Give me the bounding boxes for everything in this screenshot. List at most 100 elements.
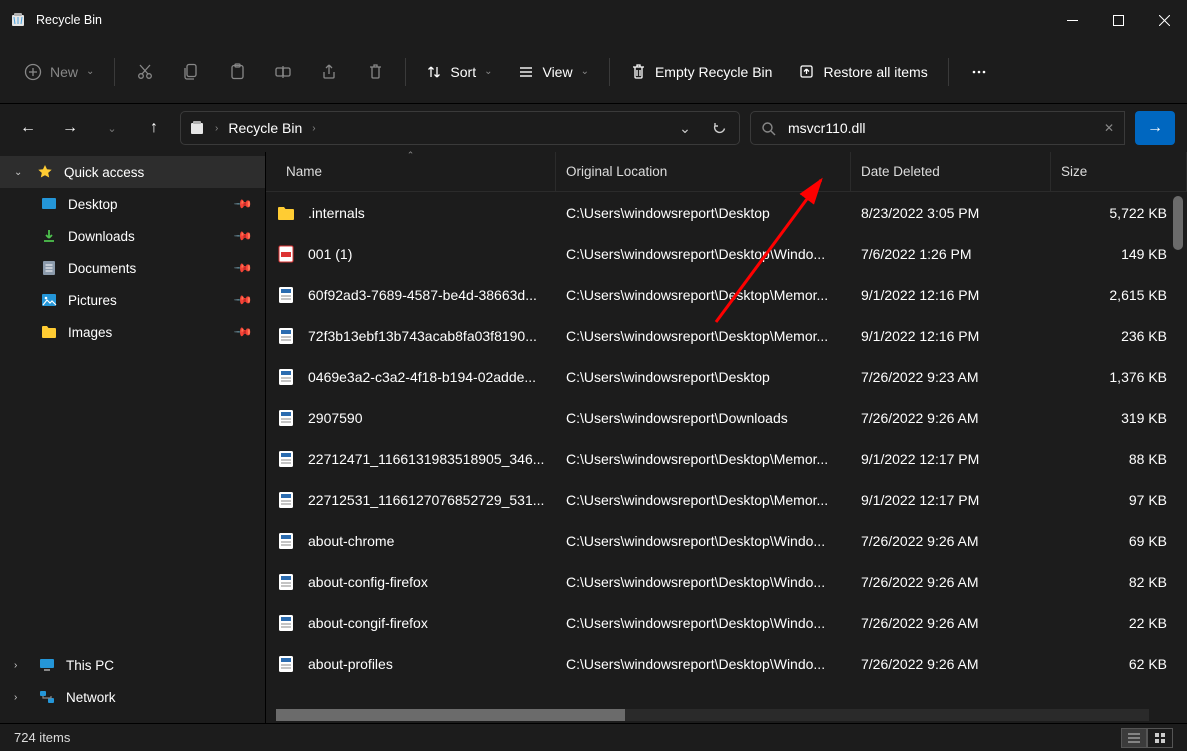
column-header-size[interactable]: Size — [1051, 152, 1187, 191]
table-row[interactable]: 60f92ad3-7689-4587-be4d-38663d...C:\User… — [266, 274, 1187, 315]
forward-button[interactable]: → — [54, 112, 86, 144]
column-header-name[interactable]: ⌃ Name — [266, 152, 556, 191]
sidebar-quick-access[interactable]: ⌄ Quick access — [0, 156, 265, 188]
clear-search-button[interactable]: ✕ — [1104, 121, 1114, 135]
sidebar-item-label: Quick access — [64, 165, 144, 180]
folder-icon — [276, 203, 296, 223]
ellipsis-icon — [970, 63, 988, 81]
chevron-right-icon: › — [14, 660, 28, 671]
table-row[interactable]: 2907590C:\Users\windowsreport\Downloads7… — [266, 397, 1187, 438]
file-location-cell: C:\Users\windowsreport\Desktop\Windo... — [556, 615, 851, 631]
rename-button[interactable] — [263, 54, 303, 90]
delete-button[interactable] — [355, 54, 395, 90]
thumbnails-view-button[interactable] — [1147, 728, 1173, 748]
file-date-cell: 7/26/2022 9:23 AM — [851, 369, 1051, 385]
search-input[interactable] — [788, 120, 1092, 136]
sidebar-item-downloads[interactable]: Downloads 📌 — [0, 220, 265, 252]
pdf-icon — [276, 244, 296, 264]
table-row[interactable]: .internalsC:\Users\windowsreport\Desktop… — [266, 192, 1187, 233]
empty-recycle-bin-button[interactable]: Empty Recycle Bin — [620, 54, 782, 90]
maximize-button[interactable] — [1095, 0, 1141, 40]
cut-button[interactable] — [125, 54, 165, 90]
view-button[interactable]: View ⌄ — [508, 54, 598, 90]
back-button[interactable]: ← — [12, 112, 44, 144]
table-row[interactable]: 001 (1)C:\Users\windowsreport\Desktop\Wi… — [266, 233, 1187, 274]
pin-icon: 📌 — [233, 226, 253, 246]
file-location-cell: C:\Users\windowsreport\Desktop\Memor... — [556, 328, 851, 344]
file-size-cell: 22 KB — [1051, 615, 1187, 631]
column-header-location[interactable]: Original Location — [556, 152, 851, 191]
doc-icon — [276, 408, 296, 428]
file-size-cell: 2,615 KB — [1051, 287, 1187, 303]
sidebar-item-images[interactable]: Images 📌 — [0, 316, 265, 348]
table-row[interactable]: 0469e3a2-c3a2-4f18-b194-02adde...C:\User… — [266, 356, 1187, 397]
recent-chevron-icon[interactable]: ⌄ — [96, 112, 128, 144]
sidebar-item-documents[interactable]: Documents 📌 — [0, 252, 265, 284]
scrollbar-thumb[interactable] — [276, 709, 625, 721]
file-name-cell: 2907590 — [266, 408, 556, 428]
new-label: New — [50, 64, 78, 80]
folder-icon — [40, 323, 58, 341]
refresh-button[interactable] — [707, 121, 731, 136]
table-row[interactable]: 72f3b13ebf13b743acab8fa03f8190... C:\User… — [266, 315, 1187, 356]
doc-icon — [276, 654, 296, 674]
sidebar-item-label: Documents — [68, 261, 136, 276]
sidebar-network[interactable]: › Network — [0, 681, 265, 713]
search-icon — [761, 121, 776, 136]
documents-icon — [40, 259, 58, 277]
file-list: .internalsC:\Users\windowsreport\Desktop… — [266, 192, 1187, 723]
sort-icon — [426, 64, 442, 80]
minimize-button[interactable] — [1049, 0, 1095, 40]
up-button[interactable]: ↑ — [138, 112, 170, 144]
paste-button[interactable] — [217, 54, 257, 90]
chevron-down-icon: ⌄ — [86, 66, 94, 77]
table-row[interactable]: 22712471_1166131983518905_346...C:\Users… — [266, 438, 1187, 479]
copy-button[interactable] — [171, 54, 211, 90]
sidebar-this-pc[interactable]: › This PC — [0, 649, 265, 681]
file-name-cell: about-config-firefox — [266, 572, 556, 592]
item-count: 724 items — [14, 730, 70, 745]
table-row[interactable]: about-config-firefoxC:\Users\windowsrepo… — [266, 561, 1187, 602]
trash-icon — [367, 63, 384, 80]
close-button[interactable] — [1141, 0, 1187, 40]
file-name-cell: about-chrome — [266, 531, 556, 551]
file-date-cell: 7/26/2022 9:26 AM — [851, 656, 1051, 672]
separator — [114, 58, 115, 86]
file-location-cell: C:\Users\windowsreport\Desktop\Windo... — [556, 533, 851, 549]
address-bar[interactable]: › Recycle Bin › ⌄ — [180, 111, 740, 145]
file-size-cell: 88 KB — [1051, 451, 1187, 467]
new-button[interactable]: New ⌄ — [14, 54, 104, 90]
sidebar-item-desktop[interactable]: Desktop 📌 — [0, 188, 265, 220]
table-row[interactable]: about-chromeC:\Users\windowsreport\Deskt… — [266, 520, 1187, 561]
table-row[interactable]: 22712531_1166127076852729_531...C:\Users… — [266, 479, 1187, 520]
sidebar: ⌄ Quick access Desktop 📌 Downloads 📌 Doc… — [0, 152, 266, 723]
column-header-date[interactable]: Date Deleted — [851, 152, 1051, 191]
file-name-cell: 22712471_1166131983518905_346... — [266, 449, 556, 469]
table-row[interactable]: about-congif-firefoxC:\Users\windowsrepo… — [266, 602, 1187, 643]
share-button[interactable] — [309, 54, 349, 90]
file-name: about-profiles — [308, 656, 393, 672]
vertical-scrollbar[interactable] — [1173, 196, 1183, 250]
search-go-button[interactable]: → — [1135, 111, 1175, 145]
file-size-cell: 319 KB — [1051, 410, 1187, 426]
search-box[interactable]: ✕ — [750, 111, 1125, 145]
body: ⌄ Quick access Desktop 📌 Downloads 📌 Doc… — [0, 152, 1187, 723]
chevron-right-icon[interactable]: › — [215, 123, 218, 134]
history-chevron-icon[interactable]: ⌄ — [673, 120, 697, 137]
file-name: 72f3b13ebf13b743acab8fa03f8190... — [308, 328, 537, 344]
status-bar: 724 items — [0, 723, 1187, 751]
sidebar-item-pictures[interactable]: Pictures 📌 — [0, 284, 265, 316]
chevron-right-icon[interactable]: › — [312, 123, 315, 134]
restore-all-button[interactable]: Restore all items — [788, 54, 937, 90]
view-label: View — [542, 64, 572, 80]
address-segment[interactable]: Recycle Bin — [228, 120, 302, 136]
sort-button[interactable]: Sort ⌄ — [416, 54, 502, 90]
file-name: 0469e3a2-c3a2-4f18-b194-02adde... — [308, 369, 536, 385]
more-button[interactable] — [959, 54, 999, 90]
table-row[interactable]: about-profilesC:\Users\windowsreport\Des… — [266, 643, 1187, 684]
details-view-button[interactable] — [1121, 728, 1147, 748]
this-pc-icon — [38, 656, 56, 674]
file-date-cell: 7/6/2022 1:26 PM — [851, 246, 1051, 262]
horizontal-scrollbar[interactable] — [276, 709, 1149, 721]
doc-icon — [276, 531, 296, 551]
